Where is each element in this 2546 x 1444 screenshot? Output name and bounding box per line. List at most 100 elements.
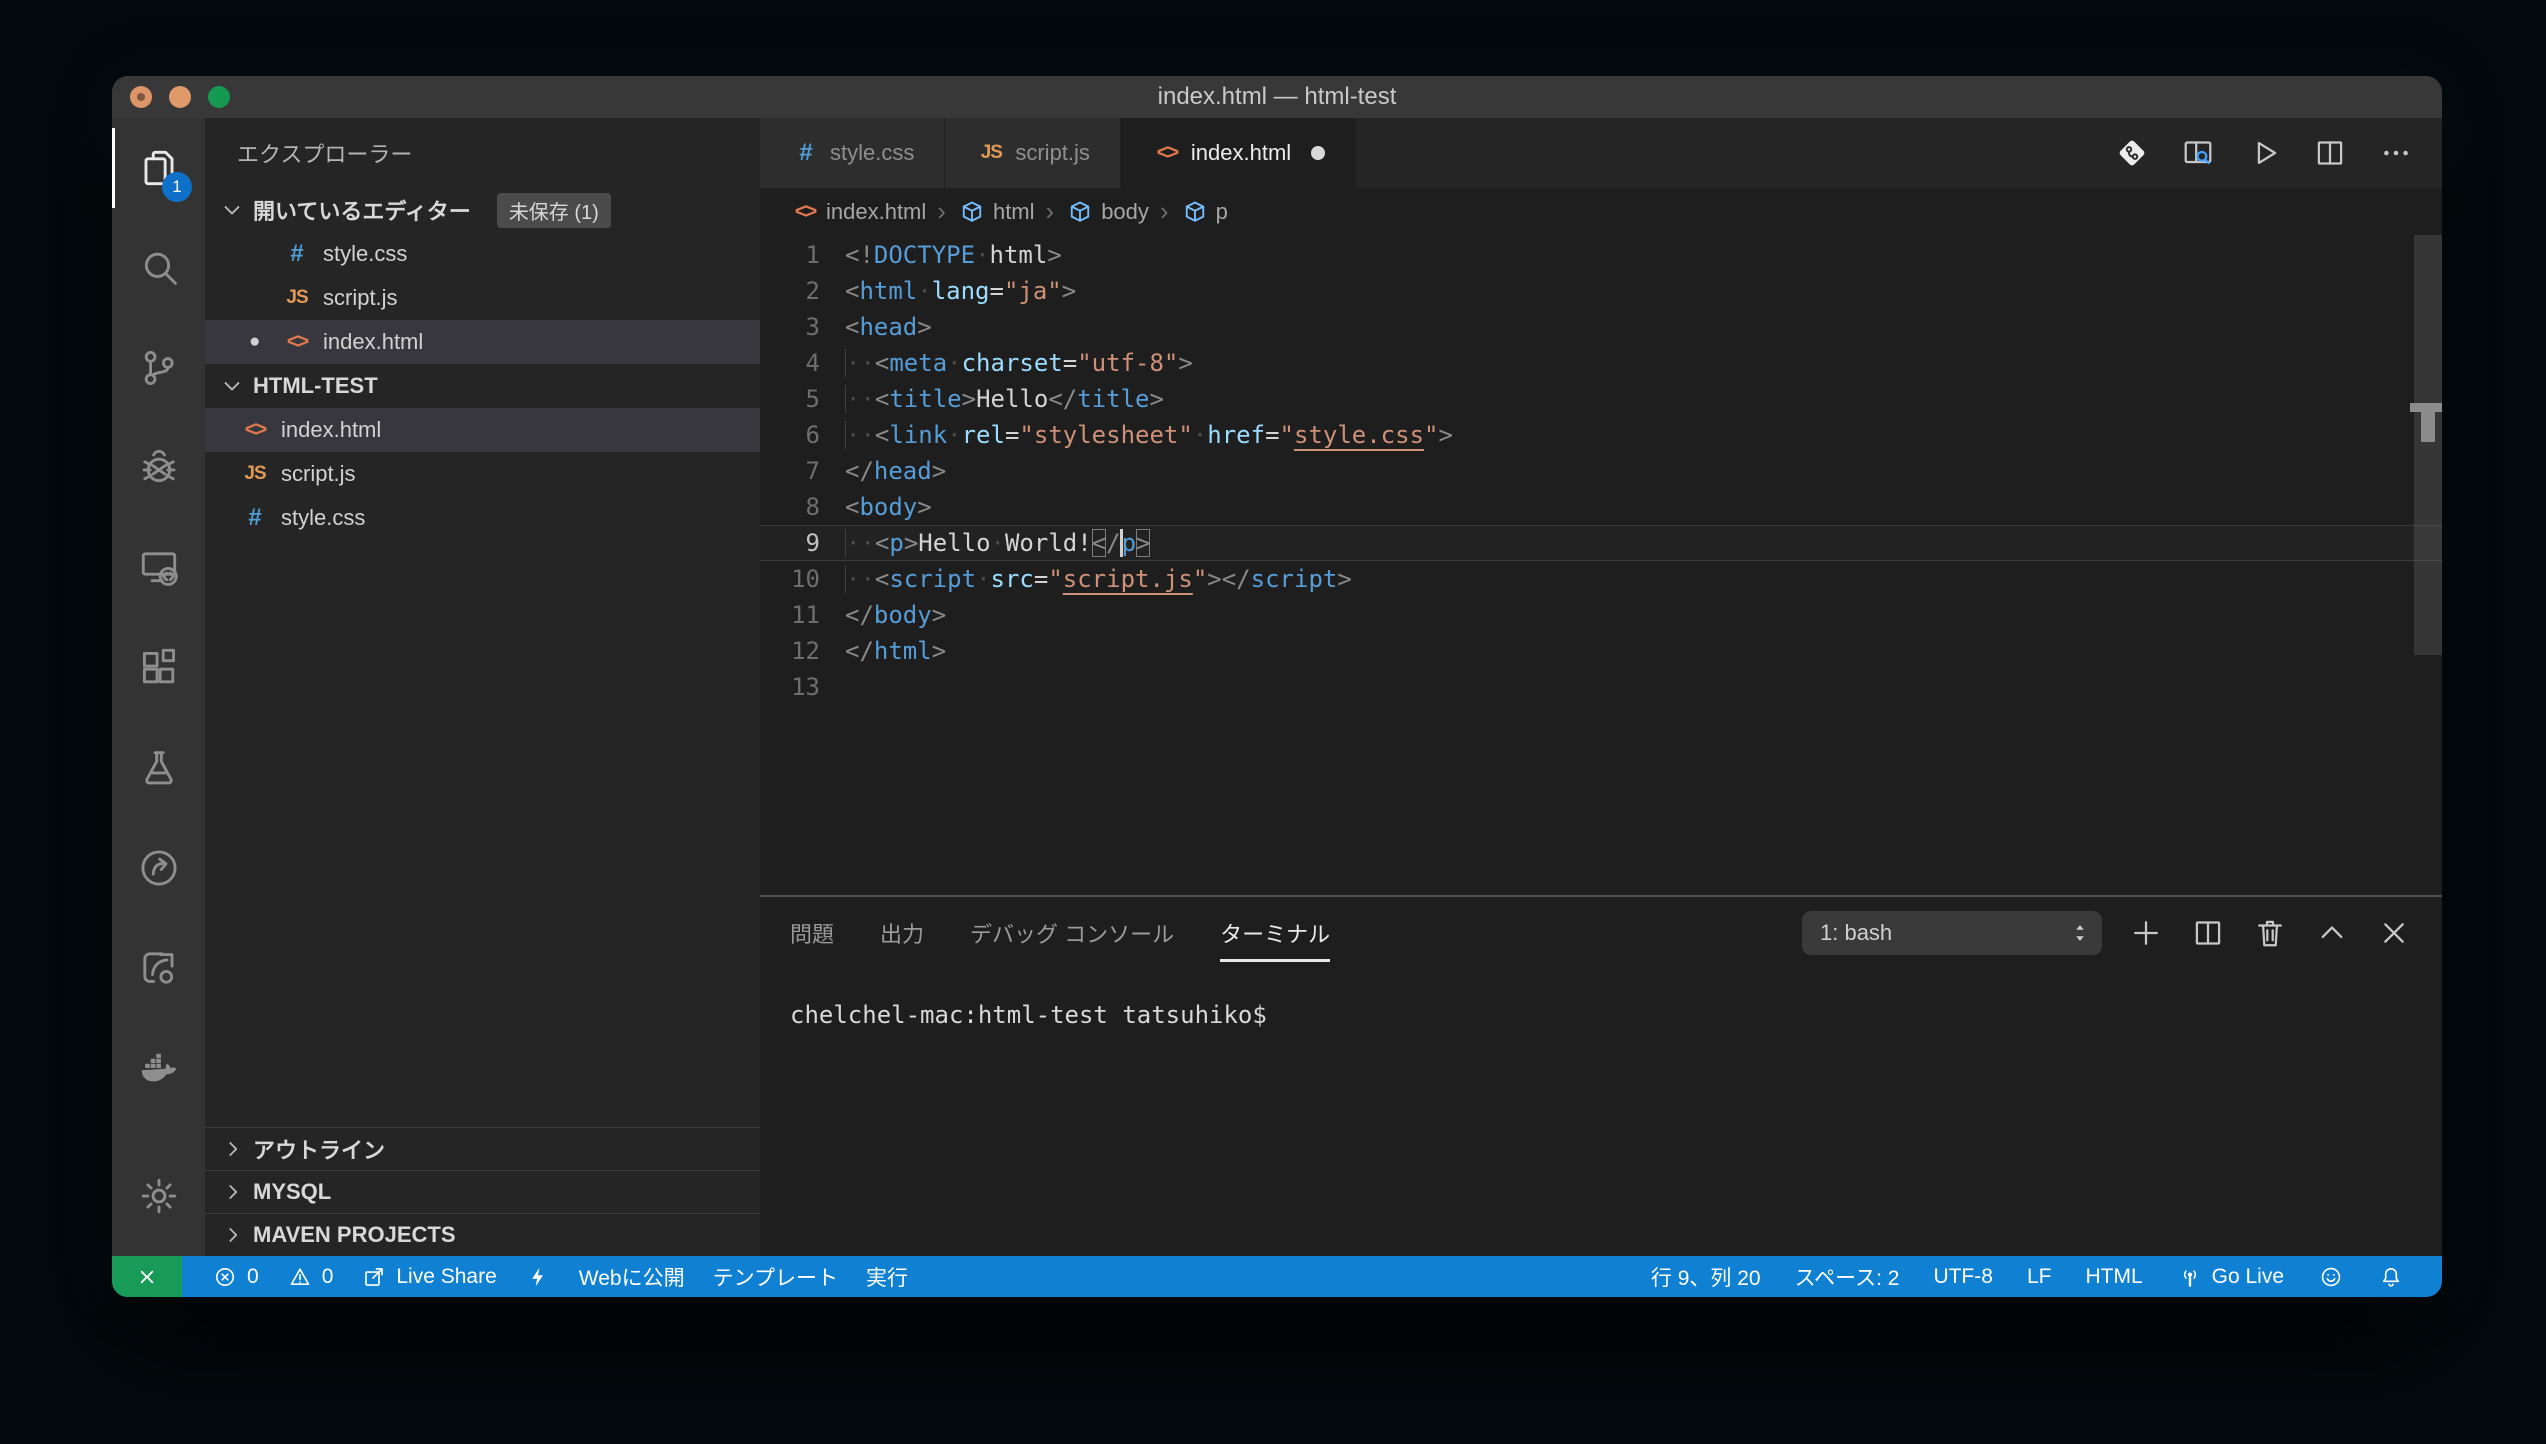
window-controls — [130, 86, 230, 108]
status-publish-web[interactable]: Webに公開 — [579, 1262, 685, 1292]
section-header-MAVEN PROJECTS[interactable]: MAVEN PROJECTS — [205, 1213, 760, 1256]
status-label: Go Live — [2212, 1265, 2284, 1289]
activity-item-live-share[interactable] — [112, 818, 205, 918]
line-content: ··<link·rel="stylesheet"·href="style.css… — [845, 417, 1453, 453]
html-file-icon: <> — [1151, 141, 1183, 165]
line-content: ··<p>Hello·World!</p> — [845, 525, 1150, 561]
run-file-button[interactable] — [2246, 135, 2282, 171]
code-line-5: 5··<title>Hello</title> — [760, 381, 2442, 417]
terminal-select[interactable]: 1: bash — [1802, 911, 2102, 955]
status-encoding[interactable]: UTF-8 — [1933, 1265, 1993, 1289]
section-header-アウトライン[interactable]: アウトライン — [205, 1127, 760, 1170]
kill-terminal-button[interactable] — [2252, 915, 2288, 951]
panel-tab-ターミナル[interactable]: ターミナル — [1220, 897, 1330, 969]
status-live-share[interactable]: Live Share — [361, 1264, 496, 1290]
folder-header[interactable]: HTML-TEST — [205, 364, 760, 408]
status-language-mode[interactable]: HTML — [2085, 1265, 2142, 1289]
activity-item-explorer[interactable]: 1 — [112, 118, 205, 218]
activity-item-extensions[interactable] — [112, 618, 205, 718]
terminal-output[interactable]: chelchel-mac:html-test tatsuhiko$ — [760, 969, 2442, 1029]
breadcrumb-item-html[interactable]: html — [957, 197, 1035, 227]
line-number: 11 — [760, 597, 820, 633]
status-label: 0 — [247, 1265, 259, 1289]
status-eol[interactable]: LF — [2027, 1265, 2052, 1289]
unsaved-dot — [1311, 146, 1325, 160]
split-terminal-button[interactable] — [2190, 915, 2226, 951]
tab-script.js[interactable]: JS script.js — [945, 118, 1121, 188]
status-errors[interactable]: 0 — [212, 1264, 259, 1290]
more-actions-button[interactable] — [2378, 135, 2414, 171]
status-label: 行 9、列 20 — [1651, 1262, 1761, 1292]
tab-index.html[interactable]: <>index.html — [1121, 118, 1356, 188]
status-label: テンプレート — [713, 1262, 838, 1292]
split-editor-button[interactable] — [2312, 135, 2348, 171]
activity-item-docker[interactable] — [112, 1018, 205, 1118]
updown-icon — [2066, 919, 2094, 947]
activity-item-settings[interactable] — [112, 1146, 205, 1246]
terminal-prompt: chelchel-mac:html-test tatsuhiko$ — [790, 1001, 1267, 1029]
open-editors-header[interactable]: 開いているエディター 未保存 (1) — [205, 188, 760, 232]
open-editor-script.js[interactable]: JSscript.js — [205, 276, 760, 320]
panel-tab-出力[interactable]: 出力 — [880, 897, 924, 969]
js-file-icon: JS — [975, 142, 1007, 164]
chevron-right-icon — [219, 1221, 247, 1249]
open-browser-preview-button[interactable] — [2180, 135, 2216, 171]
breadcrumb-item-index.html[interactable]: <>index.html — [790, 199, 926, 225]
open-editor-style.css[interactable]: #style.css — [205, 232, 760, 276]
tree-item-index.html[interactable]: <>index.html — [205, 408, 760, 452]
code-line-10: 10··<script·src="script.js"></script> — [760, 561, 2442, 597]
file-name: style.css — [323, 241, 407, 267]
breadcrumb-item-p[interactable]: p — [1180, 197, 1228, 227]
editor-scrollbar[interactable] — [2414, 235, 2442, 655]
zoom-window-button[interactable] — [208, 86, 230, 108]
tab-label: script.js — [1015, 140, 1090, 166]
status-template[interactable]: テンプレート — [713, 1262, 838, 1292]
panel-tab-デバッグ コンソール[interactable]: デバッグ コンソール — [970, 897, 1174, 969]
file-name: script.js — [281, 461, 356, 487]
scrollbar-cursor-marker-stem — [2421, 412, 2435, 442]
tab-style.css[interactable]: #style.css — [760, 118, 945, 188]
section-header-MYSQL[interactable]: MYSQL — [205, 1170, 760, 1213]
line-content: ··<title>Hello</title> — [845, 381, 1164, 417]
status-label: LF — [2027, 1265, 2052, 1289]
status-bolt[interactable] — [525, 1264, 551, 1290]
new-terminal-button[interactable] — [2128, 915, 2164, 951]
open-changes-button[interactable] — [2114, 135, 2150, 171]
code-line-8: 8<body> — [760, 489, 2442, 525]
status-warnings[interactable]: 0 — [287, 1264, 334, 1290]
code-line-3: 3<head> — [760, 309, 2442, 345]
activity-bar: 1 — [112, 118, 205, 1256]
html-file-icon: <> — [790, 200, 820, 224]
maximize-panel-button[interactable] — [2314, 915, 2350, 951]
bolt-icon — [525, 1264, 551, 1290]
close-window-button[interactable] — [130, 86, 152, 108]
code-line-4: 4··<meta·charset="utf-8"> — [760, 345, 2442, 381]
activity-item-test[interactable] — [112, 718, 205, 818]
status-run[interactable]: 実行 — [866, 1262, 908, 1292]
tree-item-script.js[interactable]: JSscript.js — [205, 452, 760, 496]
breadcrumb-item-body[interactable]: body — [1065, 197, 1149, 227]
activity-item-debug[interactable] — [112, 418, 205, 518]
beaker-icon — [136, 745, 182, 791]
extensions-icon — [136, 645, 182, 691]
status-go-live[interactable]: Go Live — [2177, 1264, 2284, 1290]
panel-tab-問題[interactable]: 問題 — [790, 897, 834, 969]
minimize-window-button[interactable] — [169, 86, 191, 108]
activity-item-publish[interactable] — [112, 918, 205, 1018]
close-panel-button[interactable] — [2376, 915, 2412, 951]
open-editor-index.html[interactable]: ●<>index.html — [205, 320, 760, 364]
status-label: 実行 — [866, 1262, 908, 1292]
status-indentation[interactable]: スペース: 2 — [1795, 1262, 1900, 1292]
title-bar[interactable]: index.html — html-test — [112, 76, 2442, 118]
activity-item-source-control[interactable] — [112, 318, 205, 418]
tree-item-style.css[interactable]: #style.css — [205, 496, 760, 540]
status-label: Webに公開 — [579, 1262, 685, 1292]
status-cursor-position[interactable]: 行 9、列 20 — [1651, 1262, 1761, 1292]
line-number: 1 — [760, 237, 820, 273]
activity-item-remote-explorer[interactable] — [112, 518, 205, 618]
activity-item-search[interactable] — [112, 218, 205, 318]
code-editor[interactable]: 1<!DOCTYPE·html>2<html·lang="ja">3<head>… — [760, 235, 2442, 895]
status-feedback[interactable] — [2318, 1264, 2344, 1290]
status-remote-indicator[interactable] — [112, 1256, 182, 1297]
status-notifications[interactable] — [2378, 1264, 2404, 1290]
